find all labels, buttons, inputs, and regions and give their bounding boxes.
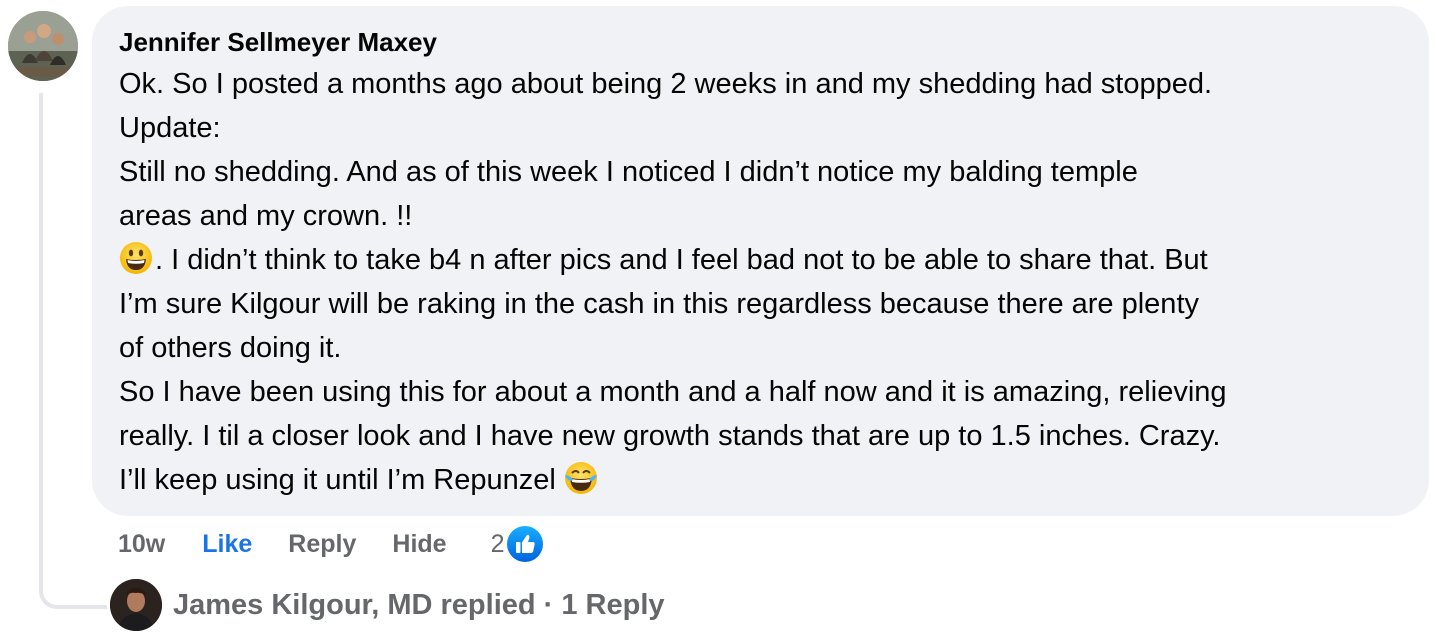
comment-timestamp[interactable]: 10w [118,530,165,559]
view-replies-link[interactable]: James Kilgour, MD replied · 1 Reply [110,579,665,631]
comment-line: really. I til a closer look and I have n… [119,420,1221,452]
replier-avatar [110,579,162,631]
reply-button[interactable]: Reply [288,530,356,559]
comment-line-with-emoji: I’ll keep using it until I’m Repunzel [119,458,1405,502]
commenter-photo [8,11,78,81]
comment-line: areas and my crown. !! [119,200,413,232]
comment-bubble: Jennifer Sellmeyer Maxey Ok. So I posted… [92,6,1429,516]
comment-text: Ok. So I posted a months ago about being… [119,62,1405,502]
grinning-face-emoji-icon [119,241,153,275]
comment-line-text: I’ll keep using it until I’m Repunzel [119,464,556,496]
reaction-summary[interactable]: 2 [491,524,546,564]
thumbs-up-reaction-icon [505,524,546,564]
comment-line: I’m sure Kilgour will be raking in the c… [119,288,1199,320]
comment-line: Update: [119,112,221,144]
face-with-tears-of-joy-emoji-icon [564,461,598,495]
replier-photo [110,579,162,631]
like-button[interactable]: Like [202,530,252,559]
comment-line: So I have been using this for about a mo… [119,376,1227,408]
replies-summary-text: James Kilgour, MD replied · 1 Reply [173,588,665,621]
comment-line: Ok. So I posted a months ago about being… [119,68,1213,100]
comment-author-name[interactable]: Jennifer Sellmeyer Maxey [119,26,1405,58]
comment-line-text: . I didn’t think to take b4 n after pics… [155,244,1208,276]
commenter-avatar[interactable] [8,11,78,81]
comment-line-with-emoji: . I didn’t think to take b4 n after pics… [119,238,1405,282]
comment-line: Still no shedding. And as of this week I… [119,156,1138,188]
comment-line: of others doing it. [119,332,342,364]
reaction-count: 2 [490,529,505,558]
comment-actions-bar: 10w Like Reply Hide 2 [118,524,546,564]
hide-button[interactable]: Hide [392,530,446,559]
